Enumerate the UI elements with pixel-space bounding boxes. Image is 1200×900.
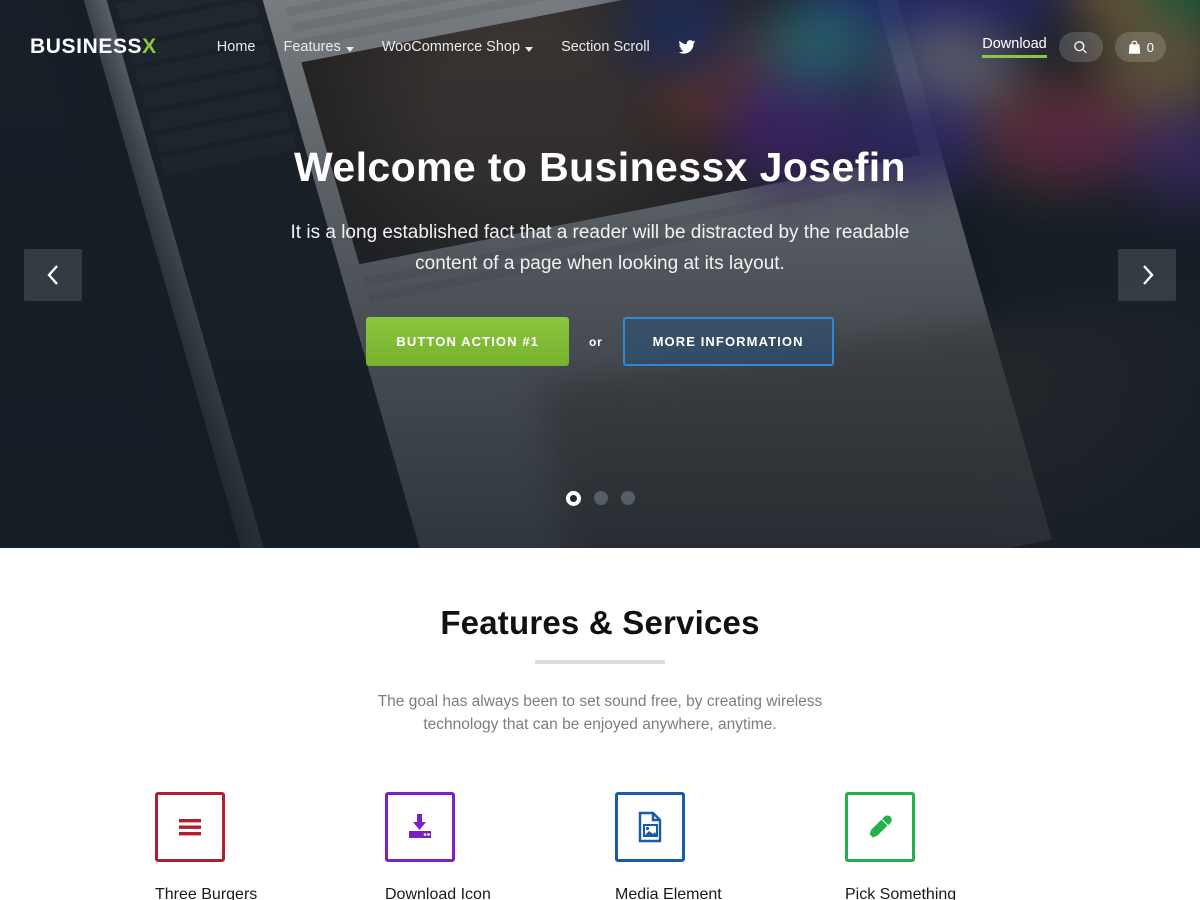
feature-icon-box [155,792,225,862]
hero-actions: Button Action #1 or More Information [366,317,834,366]
logo-text: BUSINESS [30,35,143,58]
section-subtitle: The goal has always been to set sound fr… [377,693,823,733]
feature-item-download-icon[interactable]: Download Icon [370,792,600,900]
nav-label: Home [216,39,256,55]
feature-icon-box [615,792,685,862]
slider-next-button[interactable] [1118,249,1176,301]
nav-item-twitter[interactable] [664,32,710,62]
feature-item-three-burgers[interactable]: Three Burgers [140,792,370,900]
image-document-icon [638,811,662,843]
nav-item-section-scroll[interactable]: Section Scroll [547,33,664,61]
feature-icon-box [385,792,455,862]
features-grid: Three Burgers Download Icon Media Elemen… [0,792,1200,900]
nav-label: WooCommerce Shop [381,39,521,55]
hero-subtitle: It is a long established fact that a rea… [290,222,910,274]
feature-label: Three Burgers [155,886,258,900]
chevron-down-icon [525,46,534,52]
shopping-bag-icon [1128,40,1140,54]
chevron-left-icon [46,265,58,285]
cart-count: 0 [1146,39,1154,55]
hero-primary-button[interactable]: Button Action #1 [366,317,569,366]
download-drive-icon [409,814,431,838]
hero-slider: BUSINESSX Home Features WooCommerce Shop… [0,0,1200,548]
search-button[interactable] [1058,32,1103,62]
slider-dot[interactable] [565,491,581,506]
hero-or-text: or [588,334,603,349]
section-title: Features & Services [440,604,760,641]
search-icon [1074,40,1088,53]
site-logo[interactable]: BUSINESSX [30,35,157,59]
feature-icon-box [845,792,915,862]
logo-accent: X [142,35,157,58]
chevron-right-icon [1142,265,1154,285]
slider-prev-button[interactable] [24,249,82,301]
feature-label: Media Element [615,886,722,900]
features-section: Features & Services The goal has always … [0,548,1200,900]
nav-item-woocommerce-shop[interactable]: WooCommerce Shop [368,33,547,61]
download-link[interactable]: Download [982,36,1047,52]
chevron-down-icon [345,46,354,52]
feature-item-media-element[interactable]: Media Element [600,792,830,900]
nav-label: Features [283,39,341,55]
cart-button[interactable]: 0 [1114,32,1166,62]
hero-secondary-button[interactable]: More Information [622,317,834,366]
nav-item-features[interactable]: Features [269,33,367,61]
slider-dot[interactable] [620,491,635,505]
feature-label: Pick Something [845,886,957,900]
feature-label: Download Icon [385,886,491,900]
download-underline [982,55,1047,58]
eyedropper-icon [869,815,892,838]
section-divider [535,660,665,664]
slider-dot[interactable] [593,491,608,505]
feature-item-pick-something[interactable]: Pick Something [830,792,1060,900]
nav-label: Section Scroll [561,39,650,55]
site-header: BUSINESSX Home Features WooCommerce Shop… [0,0,1200,94]
header-actions: Download 0 [982,32,1176,62]
hero-title: Welcome to Businessx Josefin [294,144,906,190]
nav-item-home[interactable]: Home [203,33,270,61]
slider-pagination [0,491,1200,506]
hamburger-menu-icon [179,819,201,836]
download-link-wrap[interactable]: Download [982,36,1047,58]
main-navigation: Home Features WooCommerce Shop Section S… [203,32,710,62]
twitter-icon [678,40,695,54]
